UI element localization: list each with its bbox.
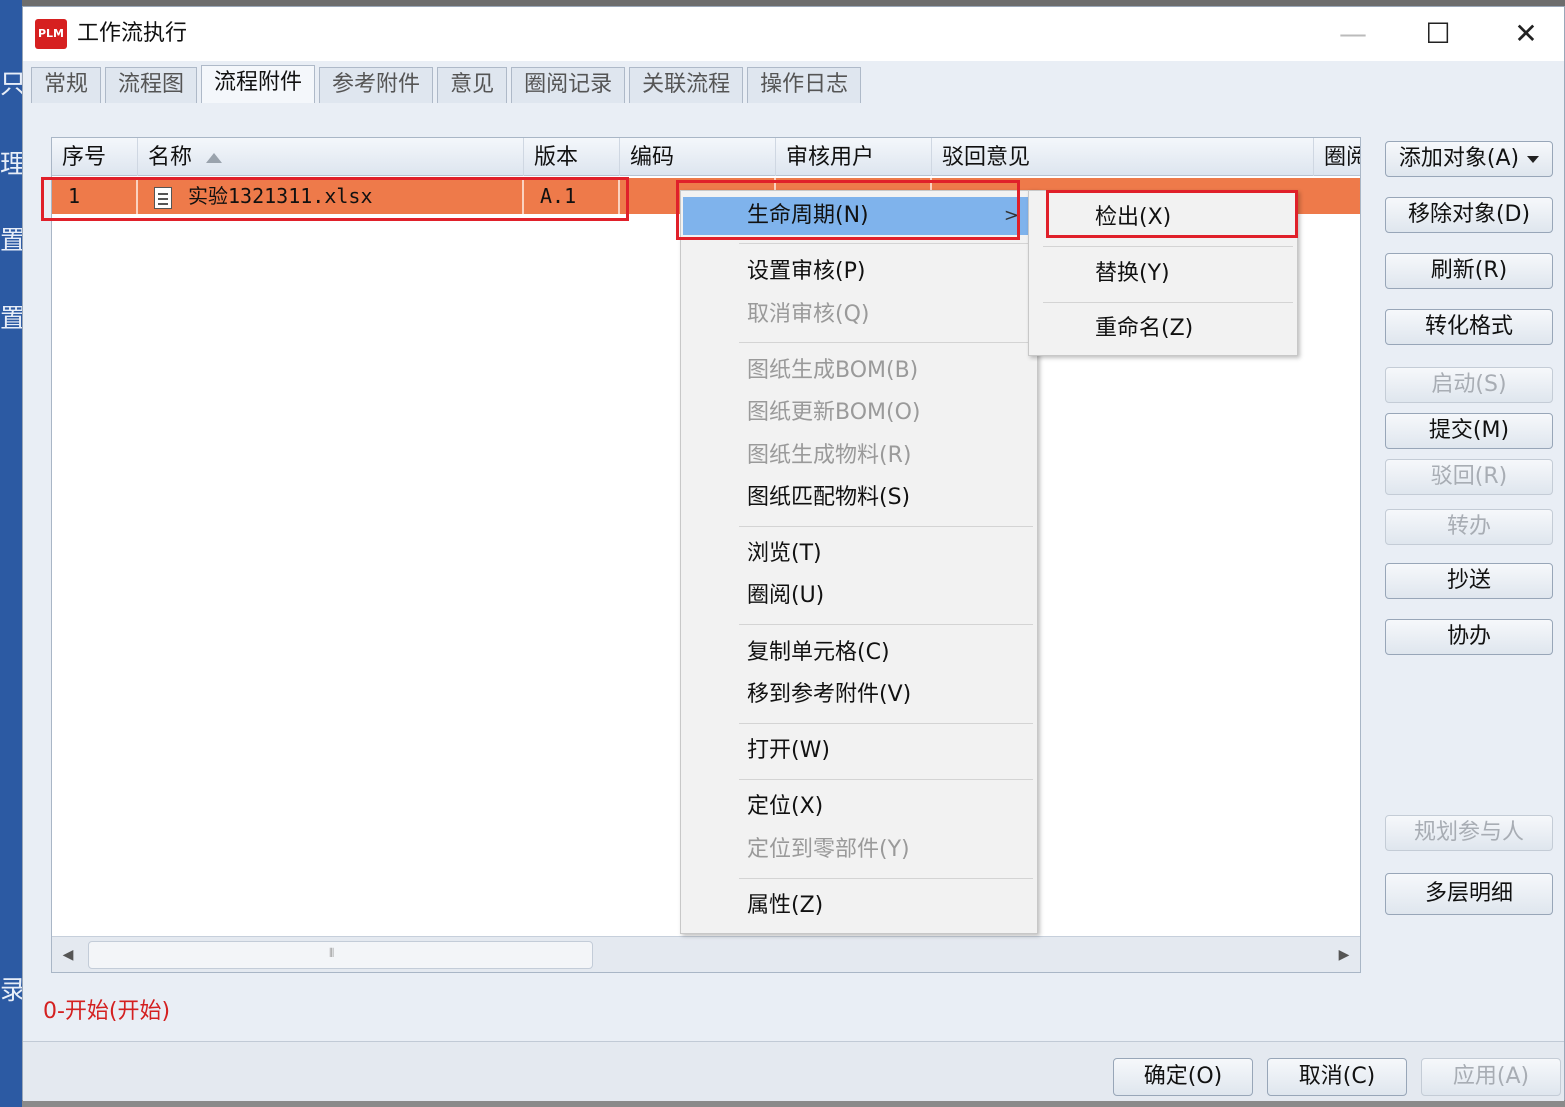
close-button[interactable]: ✕ [1506, 17, 1546, 51]
add-object-label: 添加对象(A) [1398, 146, 1520, 171]
scroll-right-icon[interactable]: ▶ [1330, 941, 1358, 969]
tab-flow-attachments[interactable]: 流程附件 [201, 65, 316, 103]
menu-item-browse[interactable]: 浏览(T) [683, 535, 1035, 573]
column-header-index[interactable]: 序号 [52, 138, 138, 176]
menu-separator [739, 342, 1033, 343]
reject-button[interactable]: 驳回(R) [1385, 459, 1553, 495]
convert-format-button[interactable]: 转化格式 [1385, 309, 1553, 345]
scroll-grip-icon: ⦀ [329, 946, 335, 960]
submenu-item-replace[interactable]: 替换(Y) [1031, 255, 1295, 293]
maximize-button[interactable]: ☐ [1418, 17, 1458, 51]
submenu-item-rename[interactable]: 重命名(Z) [1031, 310, 1295, 348]
bottom-bar: 确定(O) 取消(C) 应用(A) [23, 1041, 1564, 1101]
tab-reference-attachments[interactable]: 参考附件 [319, 67, 434, 103]
background-bottom-edge [22, 1100, 1565, 1107]
tab-review-records[interactable]: 圈阅记录 [511, 67, 626, 103]
submenu-item-checkout[interactable]: 检出(X) [1031, 199, 1295, 237]
tab-flowchart[interactable]: 流程图 [105, 67, 198, 103]
menu-item-circle-review[interactable]: 圈阅(U) [683, 577, 1035, 615]
background-app-strip: 只 理 置 置 录 [0, 0, 26, 1107]
cell-name: 实验1321311.xlsx [138, 178, 524, 214]
menu-item-move-to-reference[interactable]: 移到参考附件(V) [683, 676, 1035, 714]
menu-item-drawing-match-material[interactable]: 图纸匹配物料(S) [683, 479, 1035, 517]
apply-button[interactable]: 应用(A) [1421, 1058, 1561, 1096]
ok-button[interactable]: 确定(O) [1113, 1058, 1253, 1096]
column-header-reviewer[interactable]: 审核用户 [776, 138, 932, 176]
cancel-button[interactable]: 取消(C) [1267, 1058, 1407, 1096]
tab-operation-log[interactable]: 操作日志 [747, 67, 862, 103]
menu-item-open[interactable]: 打开(W) [683, 732, 1035, 770]
column-header-name-label: 名称 [148, 145, 193, 170]
transfer-button[interactable]: 转办 [1385, 509, 1553, 545]
grid-header: 序号 名称 版本 编码 审核用户 驳回意见 圈阅 [52, 138, 1360, 176]
dropdown-caret-icon[interactable] [1527, 155, 1540, 163]
menu-separator [739, 723, 1033, 724]
menu-item-cancel-review[interactable]: 取消审核(Q) [683, 296, 1035, 334]
menu-separator [739, 243, 1033, 244]
menu-separator [1043, 302, 1293, 303]
title-bar[interactable]: PLM 工作流执行 — ☐ ✕ [23, 7, 1564, 61]
lifecycle-submenu: 检出(X) 替换(Y) 重命名(Z) [1028, 190, 1298, 356]
flow-status-text: 0-开始(开始) [43, 999, 171, 1024]
menu-item-drawing-generate-material[interactable]: 图纸生成物料(R) [683, 437, 1035, 475]
remove-object-button[interactable]: 移除对象(D) [1385, 197, 1553, 233]
cc-button[interactable]: 抄送 [1385, 563, 1553, 599]
minimize-button[interactable]: — [1333, 17, 1373, 51]
scrollbar-thumb[interactable]: ⦀ [88, 941, 593, 969]
plm-app-icon: PLM [35, 19, 67, 49]
refresh-button[interactable]: 刷新(R) [1385, 253, 1553, 289]
assist-button[interactable]: 协办 [1385, 619, 1553, 655]
menu-item-locate-part[interactable]: 定位到零部件(Y) [683, 831, 1035, 869]
cell-index: 1 [52, 178, 138, 214]
menu-item-label: 生命周期(N) [747, 203, 869, 228]
cell-version: A.1 [524, 178, 620, 214]
context-menu: 生命周期(N) > 设置审核(P) 取消审核(Q) 图纸生成BOM(B) 图纸更新… [680, 190, 1038, 934]
menu-item-drawing-generate-bom[interactable]: 图纸生成BOM(B) [683, 352, 1035, 390]
menu-item-properties[interactable]: 属性(Z) [683, 887, 1035, 925]
start-button[interactable]: 启动(S) [1385, 367, 1553, 403]
column-header-name[interactable]: 名称 [138, 138, 524, 176]
sort-ascending-icon [206, 153, 223, 163]
add-object-button[interactable]: 添加对象(A) [1385, 141, 1553, 177]
window-title: 工作流执行 [77, 21, 188, 46]
menu-item-drawing-update-bom[interactable]: 图纸更新BOM(O) [683, 394, 1035, 432]
file-name: 实验1321311.xlsx [188, 184, 373, 208]
menu-separator [739, 779, 1033, 780]
column-header-code[interactable]: 编码 [620, 138, 776, 176]
menu-separator [739, 624, 1033, 625]
column-header-reject-opinion[interactable]: 驳回意见 [932, 138, 1314, 176]
column-header-version[interactable]: 版本 [524, 138, 620, 176]
menu-item-copy-cell[interactable]: 复制单元格(C) [683, 634, 1035, 672]
scroll-left-icon[interactable]: ◀ [54, 941, 82, 969]
menu-item-set-review[interactable]: 设置审核(P) [683, 253, 1035, 291]
tab-bar: 常规 流程图 流程附件 参考附件 意见 圈阅记录 关联流程 操作日志 [31, 65, 865, 103]
menu-separator [739, 878, 1033, 879]
submenu-arrow-icon: > [1003, 205, 1019, 226]
menu-item-lifecycle[interactable]: 生命周期(N) > [683, 197, 1035, 235]
horizontal-scrollbar[interactable]: ◀ ⦀ ▶ [52, 936, 1360, 972]
multilevel-detail-button[interactable]: 多层明细 [1385, 873, 1553, 915]
plan-participants-button[interactable]: 规划参与人 [1385, 815, 1553, 851]
menu-separator [739, 526, 1033, 527]
menu-separator [1043, 246, 1293, 247]
submit-button[interactable]: 提交(M) [1385, 413, 1553, 449]
column-header-review[interactable]: 圈阅 [1314, 138, 1360, 176]
tab-opinions[interactable]: 意见 [437, 67, 508, 103]
file-icon [154, 186, 172, 209]
tab-general[interactable]: 常规 [31, 67, 102, 103]
menu-item-locate[interactable]: 定位(X) [683, 788, 1035, 826]
tab-related-flows[interactable]: 关联流程 [629, 67, 744, 103]
